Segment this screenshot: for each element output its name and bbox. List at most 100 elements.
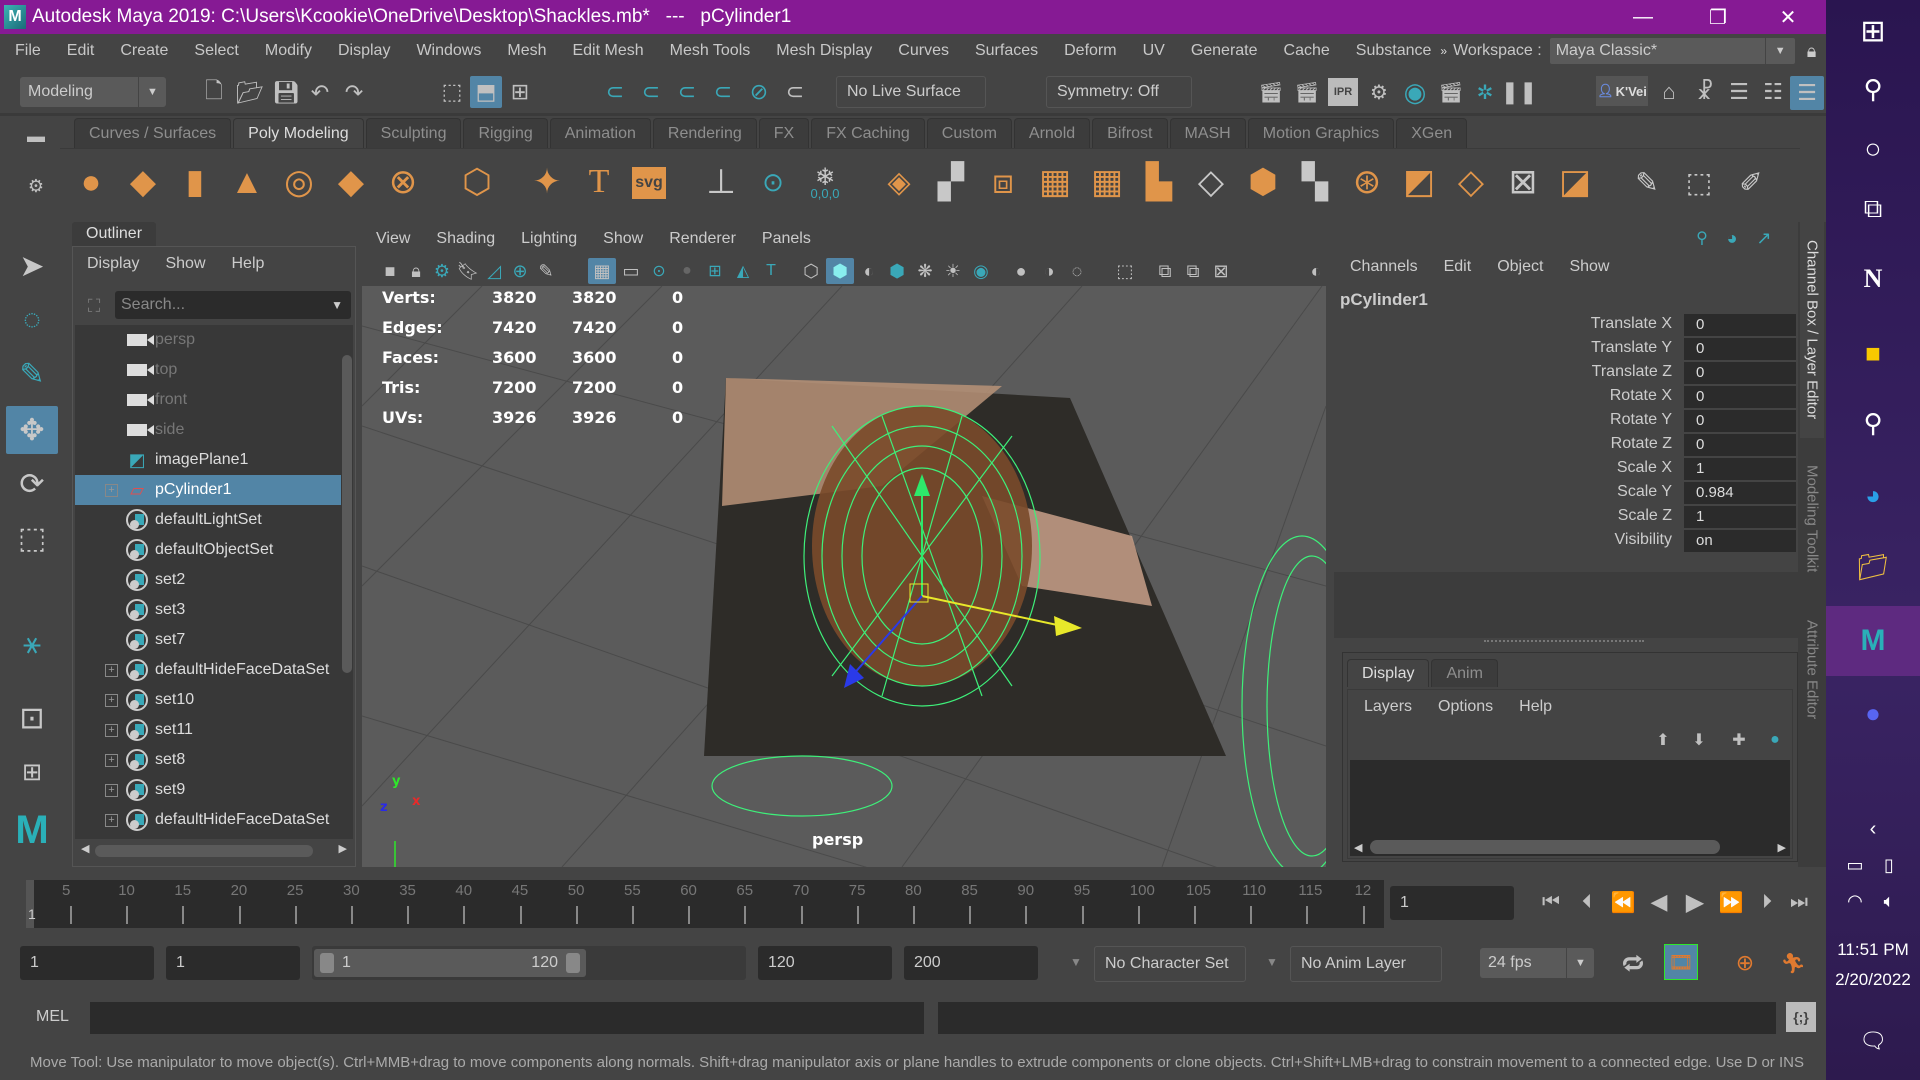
new-layer-selected-icon[interactable]: ● <box>1760 728 1790 752</box>
channel-value-field[interactable]: 0 <box>1684 410 1796 432</box>
outliner-item[interactable]: ◩ imagePlane1 <box>75 445 341 475</box>
snap-surface-icon[interactable]: ⊂ <box>780 76 810 108</box>
select-tool-icon[interactable]: ➤ <box>6 242 58 290</box>
channel-name[interactable]: Translate Y <box>1591 339 1672 357</box>
outliner-item[interactable]: set2 <box>75 565 341 595</box>
menu-uv[interactable]: UV <box>1130 42 1178 60</box>
shelf-tab-xgen[interactable]: XGen <box>1396 118 1468 148</box>
outliner-menu-display[interactable]: Display <box>87 255 139 273</box>
layer-menu-help[interactable]: Help <box>1519 698 1552 716</box>
poly-type-icon[interactable]: T <box>578 161 620 203</box>
file-explorer-icon[interactable]: 📁︎ <box>1848 544 1898 590</box>
image-plane-icon[interactable]: ◿ <box>482 259 506 283</box>
scroll-right-icon[interactable]: ▶ <box>1778 841 1786 854</box>
poly-cone-icon[interactable]: ▲ <box>226 161 268 203</box>
reset-origin-icon[interactable]: ❄ 0,0,0 <box>804 161 846 203</box>
outliner-item[interactable]: + ▱ pCylinder1 <box>75 475 341 505</box>
shelf-collapse-icon[interactable]: ▬ <box>24 124 48 148</box>
shelf-tab-rendering[interactable]: Rendering <box>652 118 757 148</box>
menu-modify[interactable]: Modify <box>252 42 325 60</box>
mirror-icon[interactable]: ⧈ <box>982 161 1024 203</box>
outliner-menu-help[interactable]: Help <box>232 255 265 273</box>
film-gate-icon[interactable]: ▭ <box>618 259 644 283</box>
hypershade-icon[interactable]: ◉ <box>1400 77 1430 107</box>
menu-generate[interactable]: Generate <box>1178 42 1271 60</box>
clock-time[interactable]: 11:51 PM <box>1826 940 1920 960</box>
tab-attribute-editor[interactable]: Attribute Editor <box>1800 598 1824 742</box>
bevel-icon[interactable]: ⬢ <box>1242 161 1284 203</box>
volume-icon[interactable]: 🔈︎ <box>1874 878 1904 924</box>
channel-menu-object[interactable]: Object <box>1497 258 1543 276</box>
manipulator-toggle-icon[interactable]: ⚲ <box>1690 226 1714 250</box>
play-backwards-icon[interactable]: ◀ <box>1644 886 1674 918</box>
select-camera-icon[interactable]: ■ <box>378 259 402 283</box>
bridge-icon[interactable]: ◇ <box>1190 161 1232 203</box>
scrollbar-thumb[interactable] <box>1370 840 1720 854</box>
render-settings-icon[interactable]: ⚙ <box>1364 78 1394 106</box>
select-hierarchy-icon[interactable]: ⬚ <box>436 76 468 108</box>
close-button[interactable]: ✕ <box>1758 0 1818 34</box>
channel-value-field[interactable]: 1 <box>1684 506 1796 528</box>
xray-active-icon[interactable]: ⊠ <box>1208 259 1234 283</box>
shelf-tab-motion-graphics[interactable]: Motion Graphics <box>1247 118 1395 148</box>
range-slider-bar[interactable]: 1 120 <box>314 949 586 977</box>
shelf-tab-poly-modeling[interactable]: Poly Modeling <box>233 118 364 148</box>
outliner-item[interactable]: defaultObjectSet <box>75 535 341 565</box>
target-weld-icon[interactable]: ◩ <box>1398 161 1440 203</box>
channel-row-visibility[interactable]: Visibility on <box>1334 530 1796 552</box>
menu-display[interactable]: Display <box>325 42 403 60</box>
motion-blur-icon[interactable]: ● <box>1008 259 1034 283</box>
redo-icon[interactable]: ↷ <box>340 78 368 108</box>
menu-edit[interactable]: Edit <box>54 42 108 60</box>
depth-of-field-icon[interactable]: ◌ <box>1064 259 1090 283</box>
expand-icon[interactable]: + <box>105 813 118 827</box>
user-account-button[interactable]: 👤︎ K'Vei <box>1596 76 1648 106</box>
channel-value-field[interactable]: 1 <box>1684 458 1796 480</box>
layer-tab-anim[interactable]: Anim <box>1431 659 1498 687</box>
tab-channel-box-layer-editor[interactable]: Channel Box / Layer Editor <box>1800 222 1824 438</box>
minimize-button[interactable]: — <box>1613 0 1673 34</box>
hyper-icon[interactable]: ↗ <box>1752 226 1776 250</box>
search-icon[interactable]: ⚲ <box>1848 66 1898 112</box>
range-end-handle[interactable] <box>566 953 580 973</box>
undo-icon[interactable]: ↶ <box>306 78 334 108</box>
channel-name[interactable]: Translate Z <box>1592 363 1672 381</box>
grease-pencil-icon[interactable]: ✎ <box>534 259 558 283</box>
channel-value-field[interactable]: 0 <box>1684 338 1796 360</box>
exposure-icon[interactable]: ◐ <box>1306 259 1326 283</box>
scroll-left-icon[interactable]: ◀ <box>81 842 89 855</box>
shelf-tab-arnold[interactable]: Arnold <box>1013 118 1091 148</box>
viewport-canvas[interactable]: Verts: 3820 3820 0 Edges: 7420 7420 0 Faces: 3600… <box>362 286 1326 867</box>
channel-name[interactable]: Scale Y <box>1617 483 1672 501</box>
channel-name[interactable]: Scale X <box>1617 459 1672 477</box>
edge-icon[interactable]: ◕ <box>1848 472 1898 518</box>
shelf-tab-custom[interactable]: Custom <box>926 118 1012 148</box>
channel-name[interactable]: Rotate Z <box>1611 435 1672 453</box>
splitter-handle[interactable] <box>1484 640 1644 644</box>
viewport-menu-shading[interactable]: Shading <box>436 230 495 248</box>
fps-select[interactable]: 24 fps ▼ <box>1480 948 1594 978</box>
viewport-menu-renderer[interactable]: Renderer <box>669 230 736 248</box>
render-setup-icon[interactable]: 🎬︎ <box>1436 78 1466 106</box>
channel-name[interactable]: Visibility <box>1615 531 1673 549</box>
outliner-item[interactable]: set7 <box>75 625 341 655</box>
expand-icon[interactable]: + <box>105 753 118 767</box>
platonic-solid-icon[interactable]: ⬡ <box>456 161 498 203</box>
shelf-tab-rigging[interactable]: Rigging <box>463 118 548 148</box>
anti-aliasing-icon[interactable]: ◑ <box>1036 259 1062 283</box>
current-frame-field[interactable]: 1 <box>1390 886 1514 920</box>
expand-icon[interactable]: + <box>105 783 118 797</box>
character-set-field[interactable]: No Character Set <box>1094 946 1246 982</box>
cache-playback-icon[interactable]: 🎞︎ <box>1664 944 1698 980</box>
step-forward-frame-icon[interactable]: ⏵ <box>1752 886 1782 918</box>
go-to-end-icon[interactable]: ⏭ <box>1784 886 1814 918</box>
pause-render-icon[interactable]: ❚❚ <box>1501 78 1538 106</box>
outliner-item[interactable]: + set10 <box>75 685 341 715</box>
outliner-item[interactable]: + set8 <box>75 745 341 775</box>
clock-date[interactable]: 2/20/2022 <box>1826 970 1920 990</box>
move-layer-down-icon[interactable]: ⬇ <box>1684 728 1714 752</box>
anim-layer-menu-icon[interactable]: ▼ <box>1262 950 1282 974</box>
snap-grid-icon[interactable]: ⊂ <box>600 76 630 108</box>
task-view-icon[interactable]: ⧉ <box>1848 186 1898 232</box>
crease-icon[interactable]: ◪ <box>1554 161 1596 203</box>
